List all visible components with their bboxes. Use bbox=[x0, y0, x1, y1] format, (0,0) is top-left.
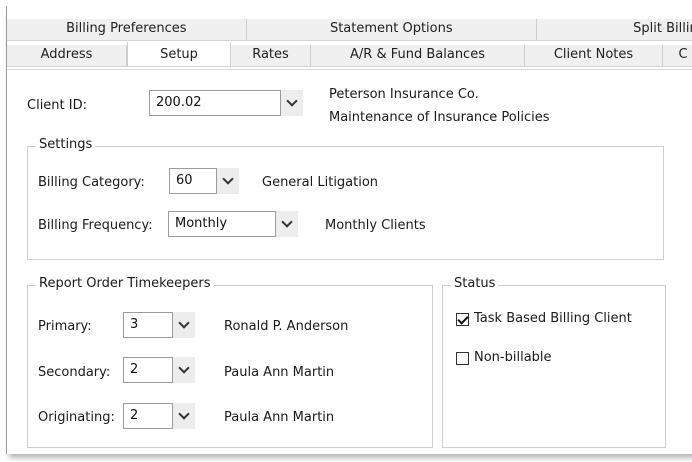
dialog-frame: Billing Preferences Statement Options Sp… bbox=[6, 6, 692, 454]
chevron-down-icon bbox=[286, 95, 298, 107]
timekeepers-legend: Report Order Timekeepers bbox=[36, 276, 214, 291]
billing-frequency-description: Monthly Clients bbox=[325, 218, 426, 233]
chevron-down-icon bbox=[178, 408, 190, 420]
non-billable-label[interactable]: Non-billable bbox=[474, 350, 552, 365]
tab-row-top: Billing Preferences Statement Options Sp… bbox=[7, 19, 692, 41]
tab-row-bottom: Address Setup Rates A/R & Fund Balances … bbox=[7, 42, 692, 67]
tab-rates[interactable]: Rates bbox=[231, 45, 311, 66]
billing-frequency-label: Billing Frequency: bbox=[38, 218, 153, 233]
client-matter: Maintenance of Insurance Policies bbox=[329, 110, 550, 125]
settings-legend: Settings bbox=[36, 137, 96, 152]
task-based-billing-checkbox[interactable] bbox=[456, 313, 469, 326]
billing-category-dropdown-button[interactable] bbox=[217, 168, 239, 194]
chevron-down-icon bbox=[281, 216, 293, 228]
billing-frequency-dropdown-button[interactable] bbox=[276, 211, 298, 237]
client-name: Peterson Insurance Co. bbox=[329, 87, 479, 102]
status-legend: Status bbox=[451, 276, 499, 291]
task-based-billing-label[interactable]: Task Based Billing Client bbox=[474, 311, 632, 326]
tab-client-notes[interactable]: Client Notes bbox=[525, 45, 663, 66]
tab-billing-preferences[interactable]: Billing Preferences bbox=[7, 19, 247, 40]
billing-category-input[interactable]: 60 bbox=[169, 168, 217, 194]
client-id-input[interactable]: 200.02 bbox=[149, 90, 281, 116]
settings-group: Settings Billing Category: 60 General Li… bbox=[27, 137, 664, 260]
primary-label: Primary: bbox=[38, 319, 92, 334]
originating-input[interactable]: 2 bbox=[123, 403, 173, 429]
setup-panel: Client ID: 200.02 Peterson Insurance Co.… bbox=[7, 69, 692, 454]
client-id-label: Client ID: bbox=[27, 98, 87, 113]
primary-name: Ronald P. Anderson bbox=[224, 319, 349, 334]
billing-category-label: Billing Category: bbox=[38, 175, 145, 190]
tab-split-billing[interactable]: Split Billing bbox=[537, 19, 692, 40]
primary-input[interactable]: 3 bbox=[123, 312, 173, 338]
secondary-label: Secondary: bbox=[38, 365, 111, 380]
billing-frequency-input[interactable]: Monthly bbox=[168, 211, 276, 237]
billing-category-description: General Litigation bbox=[262, 175, 379, 190]
originating-label: Originating: bbox=[38, 410, 115, 425]
tab-setup[interactable]: Setup bbox=[127, 42, 231, 66]
timekeepers-group: Report Order Timekeepers Primary: 3 Rona… bbox=[27, 276, 433, 448]
primary-dropdown-button[interactable] bbox=[173, 312, 195, 338]
secondary-dropdown-button[interactable] bbox=[173, 357, 195, 383]
tab-ar-fund-balances[interactable]: A/R & Fund Balances bbox=[311, 45, 525, 66]
chevron-down-icon bbox=[178, 362, 190, 374]
originating-name: Paula Ann Martin bbox=[224, 410, 335, 425]
tab-overflow[interactable]: C bbox=[663, 45, 692, 66]
secondary-input[interactable]: 2 bbox=[123, 357, 173, 383]
secondary-name: Paula Ann Martin bbox=[224, 365, 335, 380]
tab-address[interactable]: Address bbox=[7, 45, 127, 66]
originating-dropdown-button[interactable] bbox=[173, 403, 195, 429]
status-group: Status Task Based Billing Client Non-bil… bbox=[442, 276, 666, 448]
chevron-down-icon bbox=[178, 317, 190, 329]
non-billable-checkbox[interactable] bbox=[456, 352, 469, 365]
chevron-down-icon bbox=[222, 173, 234, 185]
tab-statement-options[interactable]: Statement Options bbox=[247, 19, 537, 40]
client-id-dropdown-button[interactable] bbox=[281, 90, 303, 116]
